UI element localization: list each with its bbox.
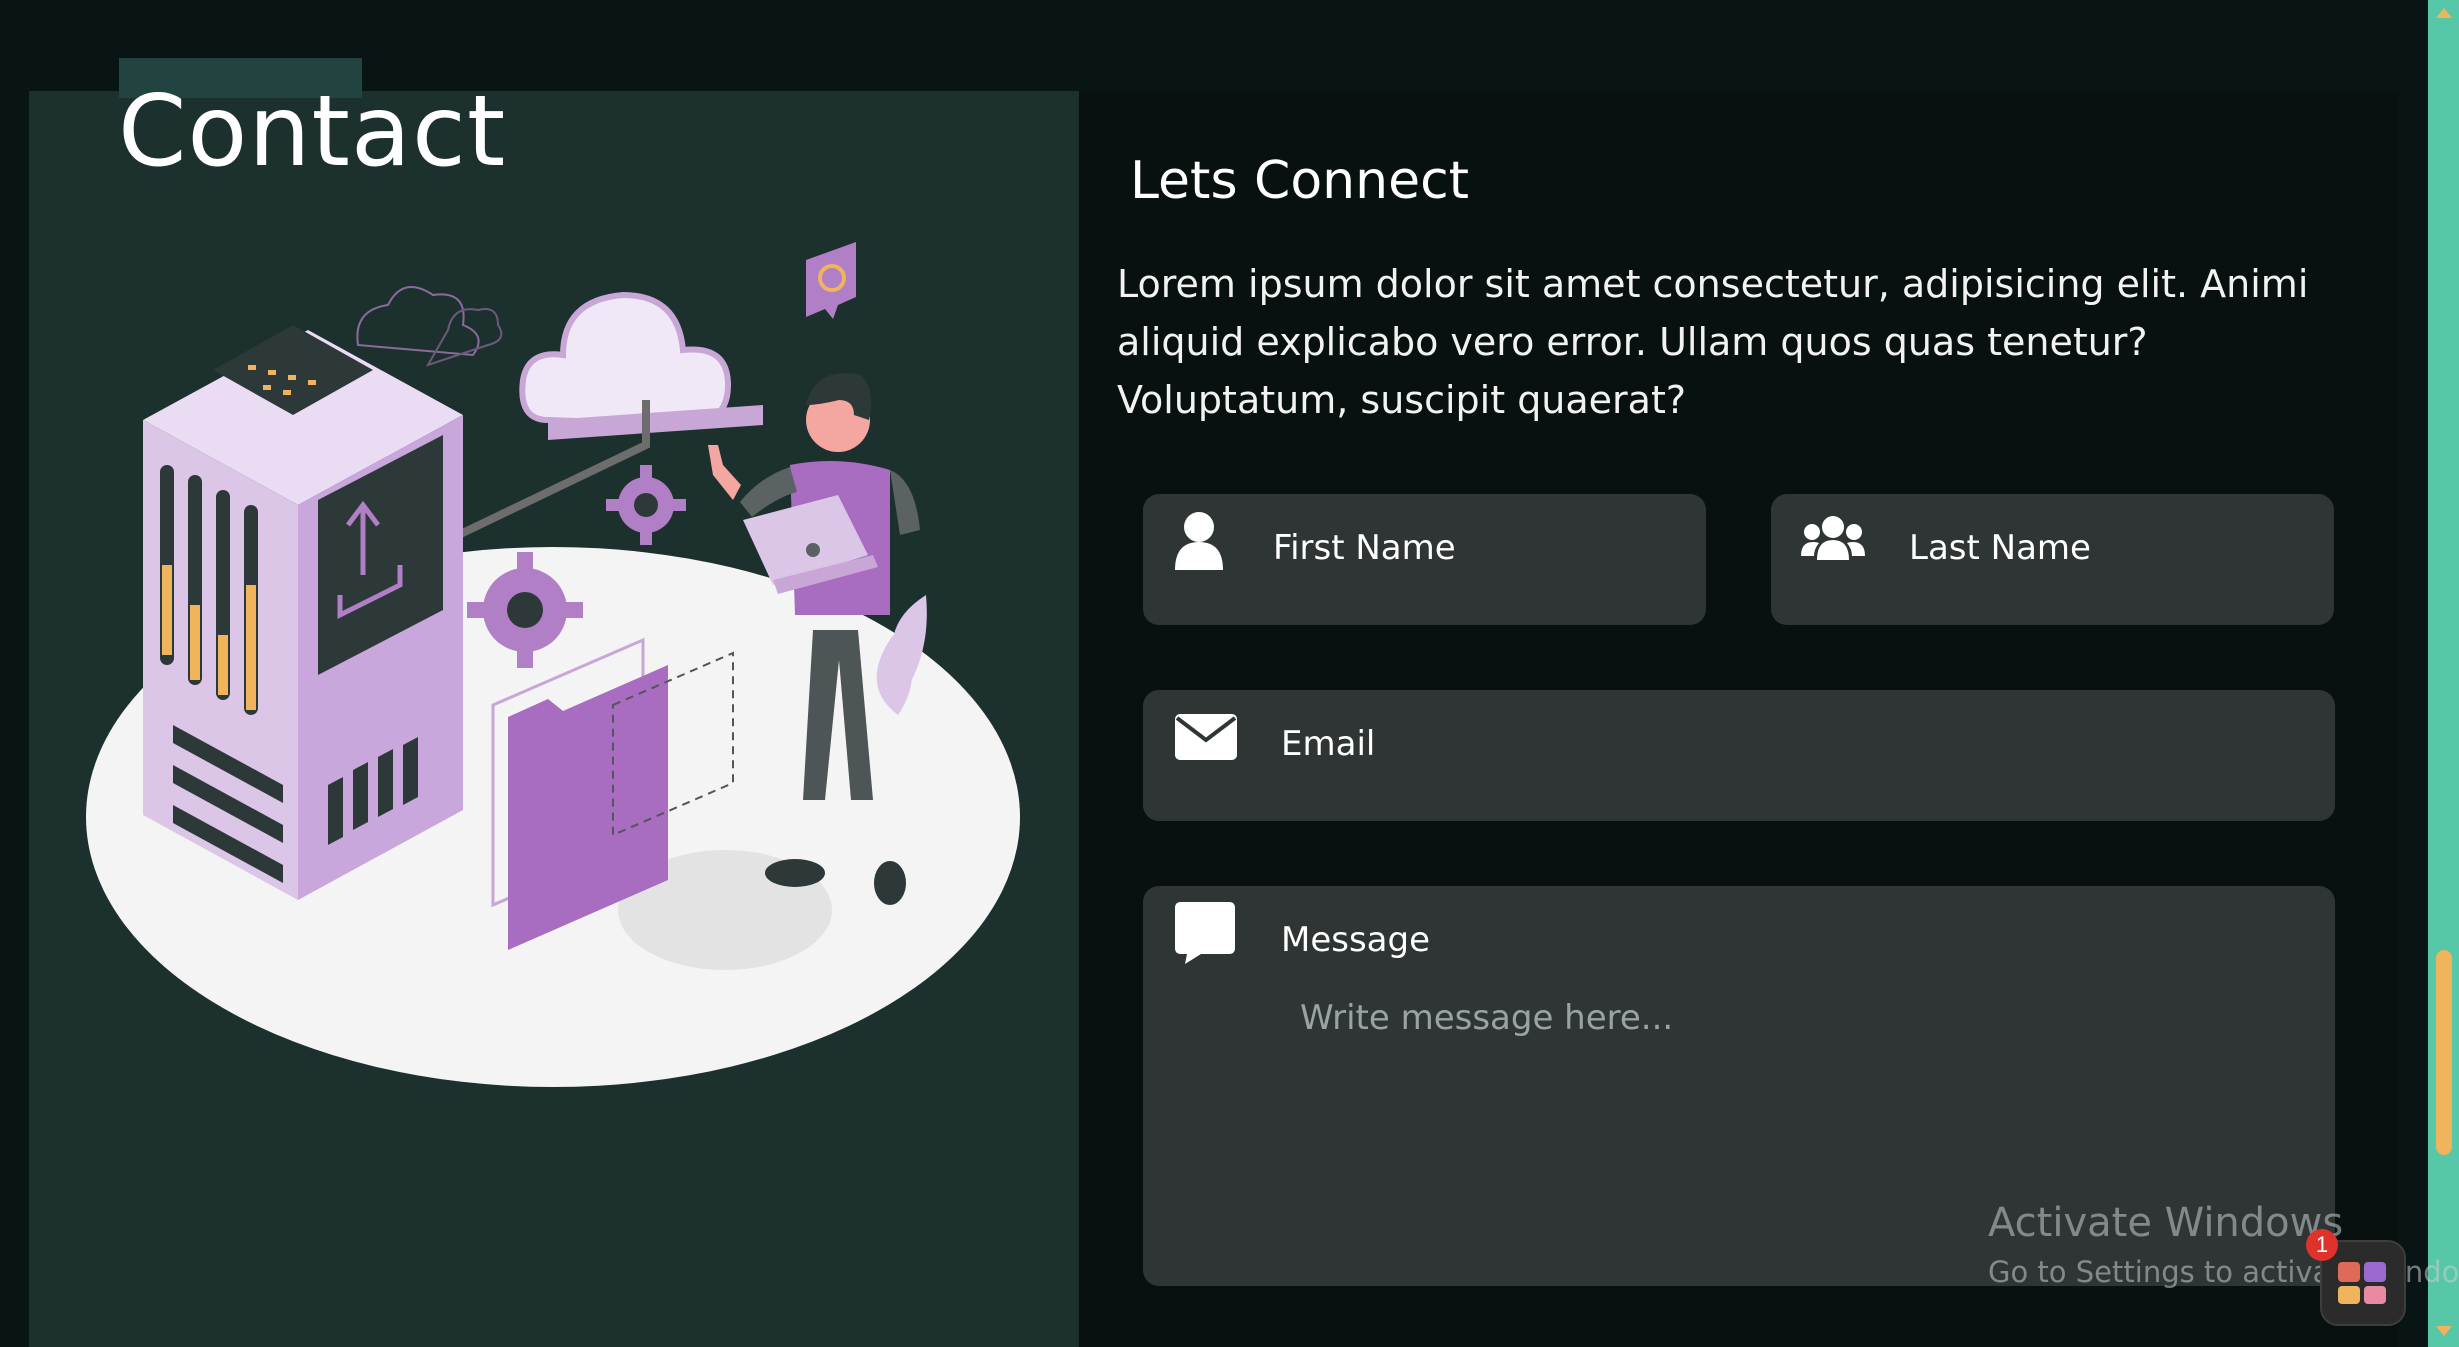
first-name-label: First Name xyxy=(1273,528,1456,568)
first-name-input[interactable] xyxy=(1273,572,1677,614)
outline-cloud-small-icon xyxy=(425,308,503,367)
intro-paragraph: Lorem ipsum dolor sit amet consectetur, … xyxy=(1117,262,2309,422)
scroll-up-arrow-icon[interactable] xyxy=(2436,8,2452,18)
page-title: Contact xyxy=(118,75,507,189)
last-name-input[interactable] xyxy=(1909,572,2313,614)
outline-cloud-icon xyxy=(356,286,480,357)
email-input[interactable] xyxy=(1281,768,2285,810)
message-label: Message xyxy=(1281,920,1431,960)
envelope-icon xyxy=(1175,714,1237,760)
gear-small-icon xyxy=(606,465,686,545)
user-icon xyxy=(1175,512,1223,570)
email-label: Email xyxy=(1281,724,1376,764)
scroll-down-arrow-icon[interactable] xyxy=(2436,1326,2452,1336)
last-name-field[interactable]: Last Name xyxy=(1771,494,2334,625)
server-tower xyxy=(143,325,463,900)
last-name-label: Last Name xyxy=(1909,528,2091,568)
first-name-field[interactable]: First Name xyxy=(1143,494,1706,625)
activation-watermark-title: Activate Windows xyxy=(1988,1200,2344,1246)
notification-badge: 1 xyxy=(2306,1229,2338,1261)
section-heading: Lets Connect xyxy=(1130,151,1470,211)
sync-bubble-icon xyxy=(806,242,856,319)
server-cloud-illustration xyxy=(86,242,1020,1087)
scrollbar-thumb[interactable] xyxy=(2436,950,2452,1155)
email-field[interactable]: Email xyxy=(1143,690,2335,821)
comment-icon xyxy=(1175,902,1235,964)
cloud-icon xyxy=(519,291,732,429)
users-icon xyxy=(1801,516,1865,560)
